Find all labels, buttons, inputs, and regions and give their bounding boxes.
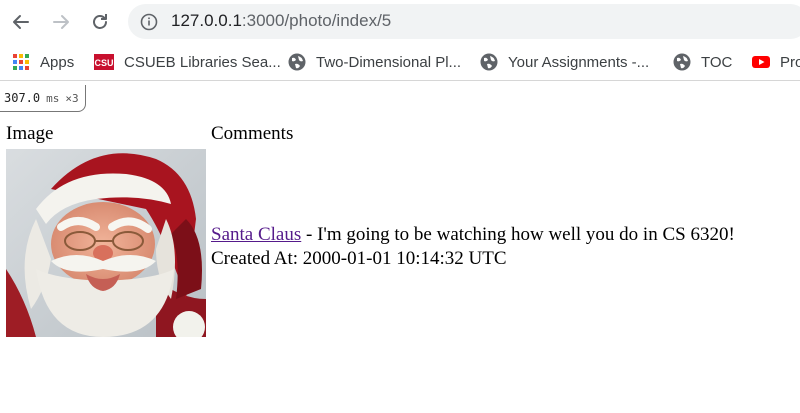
perf-time: 307.0 — [4, 91, 41, 105]
csu-logo-icon: CSU — [94, 54, 114, 70]
apps-grid-icon — [13, 54, 29, 70]
bookmark-label: Two-Dimensional Pl... — [316, 53, 462, 71]
svg-text:CSU: CSU — [94, 58, 113, 68]
bookmark-apps[interactable]: Apps — [12, 44, 74, 80]
column-header-image: Image — [6, 123, 54, 144]
comment-created-at: Created At: 2000-01-01 10:14:32 UTC — [211, 248, 507, 269]
santa-photo — [6, 149, 206, 337]
perf-unit: ms — [46, 91, 60, 105]
bookmark-youtube[interactable]: Pro — [752, 44, 800, 80]
bookmark-toc[interactable]: TOC — [673, 44, 732, 80]
comment-entry: Santa Claus - I'm going to be watching h… — [211, 223, 735, 271]
forward-arrow-icon — [53, 15, 69, 29]
bookmark-label: TOC — [701, 53, 733, 71]
bookmark-two-dimensional[interactable]: Two-Dimensional Pl... — [288, 44, 461, 80]
url-path: :3000/photo/index/5 — [241, 11, 392, 30]
globe-icon — [288, 53, 306, 71]
url-host: 127.0.0.1 — [171, 11, 242, 30]
globe-icon — [673, 53, 691, 71]
bookmark-label: Apps — [40, 53, 75, 71]
address-bar[interactable]: 127.0.0.1:3000/photo/index/5 — [128, 4, 800, 39]
forward-button[interactable] — [48, 9, 74, 35]
performance-badge[interactable]: 307.0 ms ×3 — [0, 85, 86, 112]
back-button[interactable] — [8, 9, 34, 35]
comment-author-link[interactable]: Santa Claus — [211, 224, 301, 245]
bookmarks-bar: Apps CSU CSUEB Libraries Sea... Two-Dime… — [0, 44, 800, 81]
reload-button[interactable] — [87, 9, 113, 35]
perf-count: ×3 — [65, 91, 79, 105]
comment-text: - I'm going to be watching how well you … — [301, 224, 735, 245]
bookmark-label: Your Assignments -... — [508, 53, 650, 71]
santa-image — [6, 149, 206, 337]
back-arrow-icon — [13, 15, 29, 29]
globe-icon — [480, 53, 498, 71]
bookmark-csueb-libraries[interactable]: CSU CSUEB Libraries Sea... — [94, 44, 281, 80]
browser-toolbar: 127.0.0.1:3000/photo/index/5 — [0, 0, 800, 44]
info-icon[interactable] — [140, 13, 158, 31]
comment-line: Santa Claus - I'm going to be watching h… — [211, 223, 735, 247]
youtube-icon — [752, 56, 770, 68]
column-header-comments: Comments — [211, 123, 294, 144]
bookmark-your-assignments[interactable]: Your Assignments -... — [480, 44, 649, 80]
reload-icon — [93, 14, 107, 29]
bookmark-label: Pro — [780, 53, 800, 71]
url-text[interactable]: 127.0.0.1:3000/photo/index/5 — [171, 11, 391, 31]
bookmark-label: CSUEB Libraries Sea... — [124, 53, 281, 71]
